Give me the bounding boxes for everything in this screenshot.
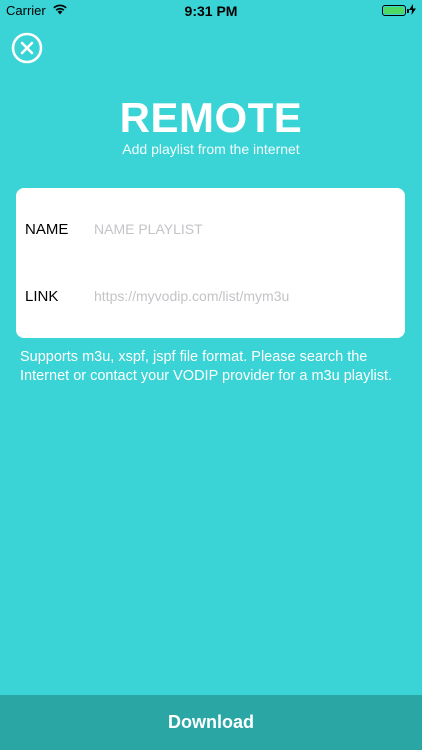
playlist-form-card: NAME LINK <box>16 188 405 338</box>
link-label: LINK <box>25 287 59 305</box>
battery-tip <box>407 9 409 13</box>
link-row: LINK <box>16 276 405 316</box>
battery-fill <box>384 7 404 14</box>
page-subtitle: Add playlist from the internet <box>122 141 300 157</box>
name-label: NAME <box>25 220 69 238</box>
supported-formats-text: Supports m3u, xspf, jspf file format. Pl… <box>20 349 393 384</box>
playlist-link-input[interactable] <box>94 288 384 304</box>
close-button[interactable] <box>11 32 43 64</box>
page-title: REMOTE <box>119 94 303 141</box>
download-label: Download <box>168 712 254 732</box>
name-row: NAME <box>16 209 405 249</box>
name-playlist-input[interactable] <box>94 221 384 237</box>
status-time: 9:31 PM <box>184 3 238 19</box>
close-circle-icon <box>11 32 43 64</box>
status-bar: Carrier 9:31 PM <box>0 0 422 22</box>
status-right <box>382 3 416 18</box>
battery-icon <box>382 5 409 16</box>
charging-bolt-icon <box>409 3 416 18</box>
download-button[interactable]: Download <box>0 695 422 750</box>
